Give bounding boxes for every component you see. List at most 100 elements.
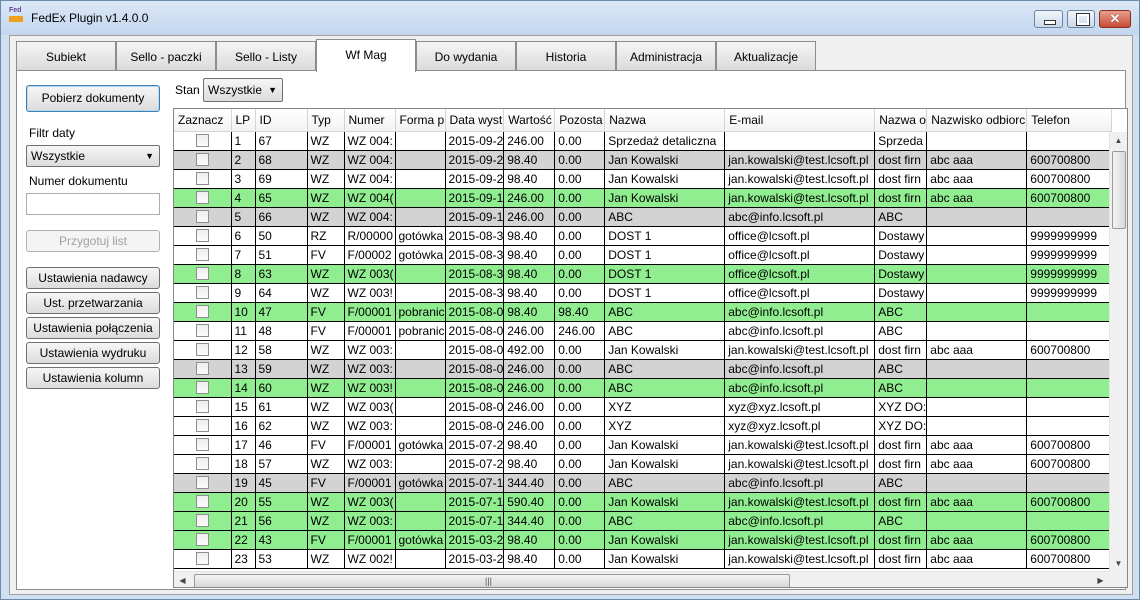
table-row[interactable]: 7 51 FV F/00002 gotówka 2015-08-3 98.40 0.00 DOS… [174,245,1113,265]
column-header[interactable]: Nazwa o [874,109,928,132]
column-header[interactable]: Nazwa [604,109,726,132]
column-header[interactable]: Zaznacz [174,109,232,132]
table-cell: WZ [307,150,345,170]
row-checkbox[interactable] [195,228,209,242]
column-header[interactable]: E-mail [724,109,876,132]
row-checkbox[interactable] [195,285,209,299]
table-row[interactable]: 23 53 WZ WZ 002! 2015-03-2 98.40 0.00 Jan Kowal… [174,549,1113,569]
row-checkbox[interactable] [195,399,209,413]
row-checkbox[interactable] [195,380,209,394]
table-row[interactable]: 8 63 WZ WZ 003(2015-08-3 98.40 0.00 DOST 1 offi… [174,264,1113,284]
print-settings-button[interactable]: Ustawienia wydruku [26,342,160,364]
table-row[interactable]: 2 68 WZ WZ 004: 2015-09-2 98.40 0.00 Jan Kowals… [174,150,1113,170]
table-cell: pobranic [395,302,446,322]
table-cell: 65 [255,188,308,208]
table-row[interactable]: 15 61 WZ WZ 003(2015-08-0 246.00 0.00 XYZ xyz@x… [174,397,1113,417]
table-row[interactable]: 21 56 WZ WZ 003: 2015-07-1 344.40 0.00 ABC abc@i… [174,511,1113,531]
table-row[interactable]: 16 62 WZ WZ 003: 2015-08-0 246.00 0.00 XYZ xyz@x… [174,416,1113,436]
vertical-scrollbar[interactable]: ▲ ▼ [1109,132,1127,572]
table-row[interactable]: 20 55 WZ WZ 003(2015-07-1 590.40 0.00 Jan Kowa… [174,492,1113,512]
title-bar[interactable]: Fed FedEx Plugin v1.4.0.0 ✕ [1,1,1139,35]
row-checkbox[interactable] [195,133,209,147]
tab-sello-paczki[interactable]: Sello - paczki [116,41,216,71]
row-checkbox[interactable] [195,323,209,337]
column-header[interactable]: Numer [344,109,396,132]
tab-historia[interactable]: Historia [516,41,616,71]
scroll-up-icon[interactable]: ▲ [1110,132,1127,149]
tab-do-wydania[interactable]: Do wydania [416,41,516,71]
table-row[interactable]: 4 65 WZ WZ 004(2015-09-1 246.00 0.00 Jan Kowal… [174,188,1113,208]
tab-administracja[interactable]: Administracja [616,41,716,71]
row-checkbox[interactable] [195,171,209,185]
row-checkbox[interactable] [195,266,209,280]
horizontal-scroll-thumb[interactable]: ||| [194,574,790,587]
row-checkbox[interactable] [195,456,209,470]
table-row[interactable]: 9 64 WZ WZ 003! 2015-08-3 98.40 0.00 DOST 1 offi… [174,283,1113,303]
tab-sello-listy[interactable]: Sello - Listy [216,41,316,71]
connection-settings-button[interactable]: Ustawienia połączenia [26,317,160,339]
horizontal-scrollbar[interactable]: ◀ ||| ▶ [174,571,1109,587]
date-filter-select[interactable]: Wszystkie ▼ [26,145,160,167]
row-checkbox[interactable] [195,437,209,451]
row-checkbox[interactable] [195,551,209,565]
table-cell [1026,321,1113,341]
row-checkbox[interactable] [195,361,209,375]
column-header[interactable]: Pozosta [554,109,606,132]
doc-number-input[interactable] [26,193,160,215]
table-row[interactable]: 10 47 FV F/00001 pobranic 2015-08-0 98.40 98.40… [174,302,1113,322]
select-cell [174,397,232,417]
column-header[interactable]: Typ [307,109,345,132]
column-header[interactable]: Wartość [503,109,556,132]
tab-subiekt[interactable]: Subiekt [16,41,116,71]
column-settings-button[interactable]: Ustawienia kolumn [26,367,160,389]
fetch-documents-button[interactable]: Pobierz dokumenty [26,85,160,112]
scroll-left-icon[interactable]: ◀ [174,572,191,587]
column-header[interactable]: Data wyst [445,109,505,132]
table-row[interactable]: 6 50 RZ R/00000 gotówka 2015-08-3 98.40 0.00 DOS… [174,226,1113,246]
scroll-right-icon[interactable]: ▶ [1092,572,1109,587]
row-checkbox[interactable] [195,190,209,204]
minimize-button[interactable] [1034,10,1063,28]
prepare-label-button[interactable]: Przygotuj list [26,230,160,252]
table-row[interactable]: 1 67 WZ WZ 004: 2015-09-2 246.00 0.00 Sprzedaż … [174,131,1113,151]
status-filter-select[interactable]: Wszystkie ▼ [203,78,283,102]
table-row[interactable]: 5 66 WZ WZ 004: 2015-09-1 246.00 0.00 ABC abc@in… [174,207,1113,227]
column-header[interactable]: ID [255,109,308,132]
column-header[interactable]: Nazwisko odbiorc [926,109,1028,132]
column-header[interactable]: Telefon [1026,109,1113,132]
close-button[interactable]: ✕ [1099,10,1131,28]
row-checkbox[interactable] [195,152,209,166]
processing-settings-button[interactable]: Ust. przetwarzania [26,292,160,314]
row-checkbox[interactable] [195,247,209,261]
row-checkbox[interactable] [195,342,209,356]
row-checkbox[interactable] [195,209,209,223]
select-cell [174,302,232,322]
table-row[interactable]: 11 48 FV F/00001 pobranic 2015-08-0 246.00 246.… [174,321,1113,341]
table-cell: ABC [604,359,726,379]
table-row[interactable]: 18 57 WZ WZ 003: 2015-07-2 98.40 0.00 Jan Kowal… [174,454,1113,474]
table-row[interactable]: 17 46 FV F/00001 gotówka 2015-07-2 98.40 0.00 Ja… [174,435,1113,455]
column-header[interactable]: LP [231,109,256,132]
table-row[interactable]: 19 45 FV F/00001 gotówka 2015-07-1 344.40 0.00 A… [174,473,1113,493]
table-row[interactable]: 13 59 WZ WZ 003: 2015-08-0 246.00 0.00 ABC abc@i… [174,359,1113,379]
sender-settings-button[interactable]: Ustawienia nadawcy [26,267,160,289]
scroll-down-icon[interactable]: ▼ [1110,555,1127,572]
maximize-button[interactable] [1067,10,1095,28]
table-cell: Dostawy [874,226,928,246]
row-checkbox[interactable] [195,304,209,318]
row-checkbox[interactable] [195,418,209,432]
table-row[interactable]: 3 69 WZ WZ 004: 2015-09-2 98.40 0.00 Jan Kowals… [174,169,1113,189]
column-header[interactable]: Forma p [395,109,446,132]
row-checkbox[interactable] [195,513,209,527]
row-checkbox[interactable] [195,494,209,508]
table-cell: dost firn [874,549,928,569]
tab-aktualizacje[interactable]: Aktualizacje [716,41,816,71]
table-row[interactable]: 14 60 WZ WZ 003! 2015-08-0 246.00 0.00 ABC abc@i… [174,378,1113,398]
select-cell [174,473,232,493]
table-row[interactable]: 22 43 FV F/00001 gotówka 2015-03-2 98.40 0.00 Ja… [174,530,1113,550]
vertical-scroll-thumb[interactable] [1112,151,1126,229]
table-row[interactable]: 12 58 WZ WZ 003: 2015-08-0 492.00 0.00 Jan Kowa… [174,340,1113,360]
row-checkbox[interactable] [195,475,209,489]
row-checkbox[interactable] [195,532,209,546]
tab-wf-mag[interactable]: Wf Mag [316,39,416,72]
